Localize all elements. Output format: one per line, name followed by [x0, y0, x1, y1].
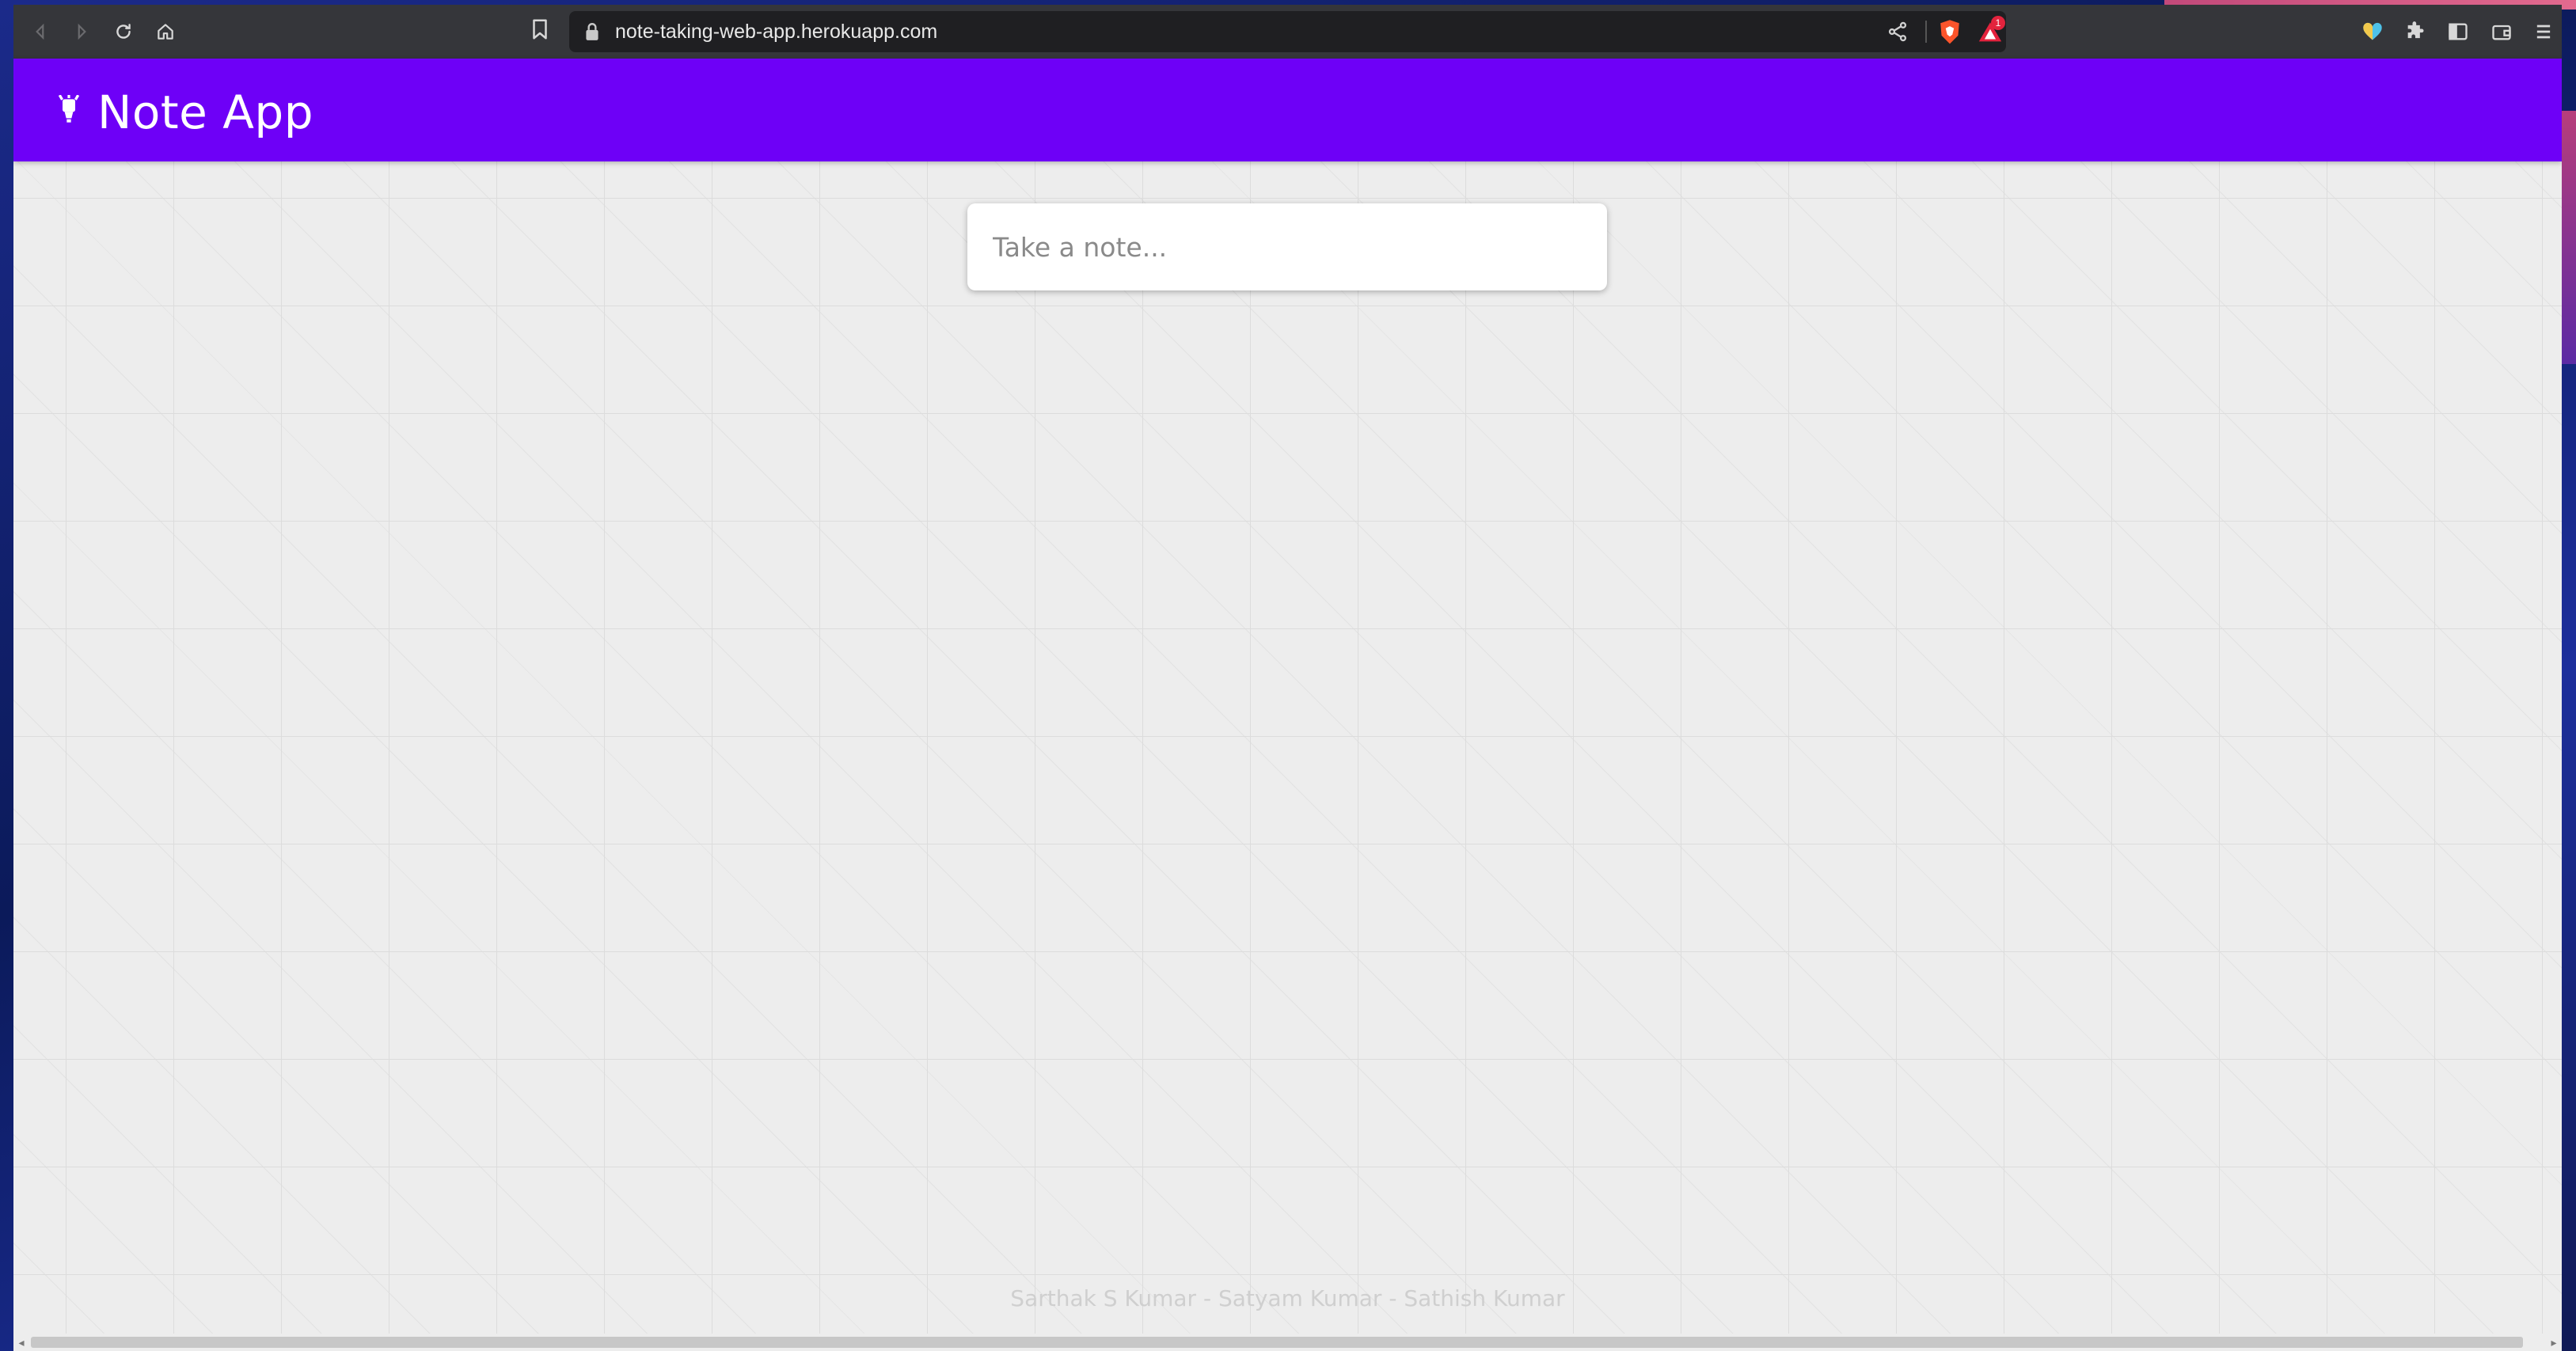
- url-text[interactable]: note-taking-web-app.herokuapp.com: [615, 21, 937, 44]
- browser-window: note-taking-web-app.herokuapp.com 1 Note…: [13, 5, 2562, 1351]
- wallpaper-accent-right: [2560, 111, 2576, 364]
- back-button[interactable]: [25, 16, 56, 47]
- home-icon: [158, 24, 173, 40]
- forward-icon: [78, 23, 86, 40]
- reload-icon: [116, 24, 131, 39]
- lock-icon: [586, 23, 598, 40]
- sidebar-icon: [2449, 23, 2468, 40]
- browser-toolbar: note-taking-web-app.herokuapp.com 1: [13, 5, 2562, 59]
- forward-button[interactable]: [66, 16, 97, 47]
- footer-credits: Sarthak S Kumar - Satyam Kumar - Sathish…: [1010, 1285, 1565, 1311]
- app-header: Note App: [13, 59, 2562, 161]
- wallet-heart-button[interactable]: [2358, 17, 2387, 46]
- url-divider: [1925, 21, 1927, 43]
- hamburger-menu-icon: [2536, 25, 2551, 39]
- share-icon[interactable]: [1886, 21, 1909, 43]
- wallet-button[interactable]: [2487, 17, 2516, 46]
- heart-icon: [2363, 22, 2382, 40]
- take-note-input[interactable]: [967, 203, 1607, 290]
- extensions-button[interactable]: [2401, 17, 2430, 46]
- scroll-left-icon[interactable]: ◂: [15, 1336, 28, 1349]
- puzzle-icon: [2407, 21, 2424, 39]
- reload-button[interactable]: [108, 16, 139, 47]
- scroll-right-icon[interactable]: ▸: [2548, 1336, 2560, 1349]
- brave-shield-icon[interactable]: [1937, 19, 1962, 46]
- address-bar[interactable]: note-taking-web-app.herokuapp.com 1: [569, 11, 2006, 52]
- lightbulb-icon: [58, 95, 80, 123]
- scrollbar-thumb[interactable]: [31, 1337, 2523, 1348]
- menu-button[interactable]: [2529, 17, 2558, 46]
- rewards-badge: 1: [1991, 16, 2005, 30]
- bookmark-button[interactable]: [528, 17, 555, 46]
- page-content: Note App Sarthak S Kumar - Satyam Kumar …: [13, 59, 2562, 1351]
- sidebar-button[interactable]: [2444, 17, 2472, 46]
- app-title: Note App: [97, 85, 314, 139]
- bookmark-icon: [533, 19, 547, 40]
- back-icon: [36, 23, 44, 40]
- home-button[interactable]: [150, 16, 181, 47]
- horizontal-scrollbar[interactable]: ◂ ▸: [13, 1334, 2562, 1351]
- note-input-card: [967, 203, 1607, 290]
- wallet-icon: [2492, 25, 2511, 40]
